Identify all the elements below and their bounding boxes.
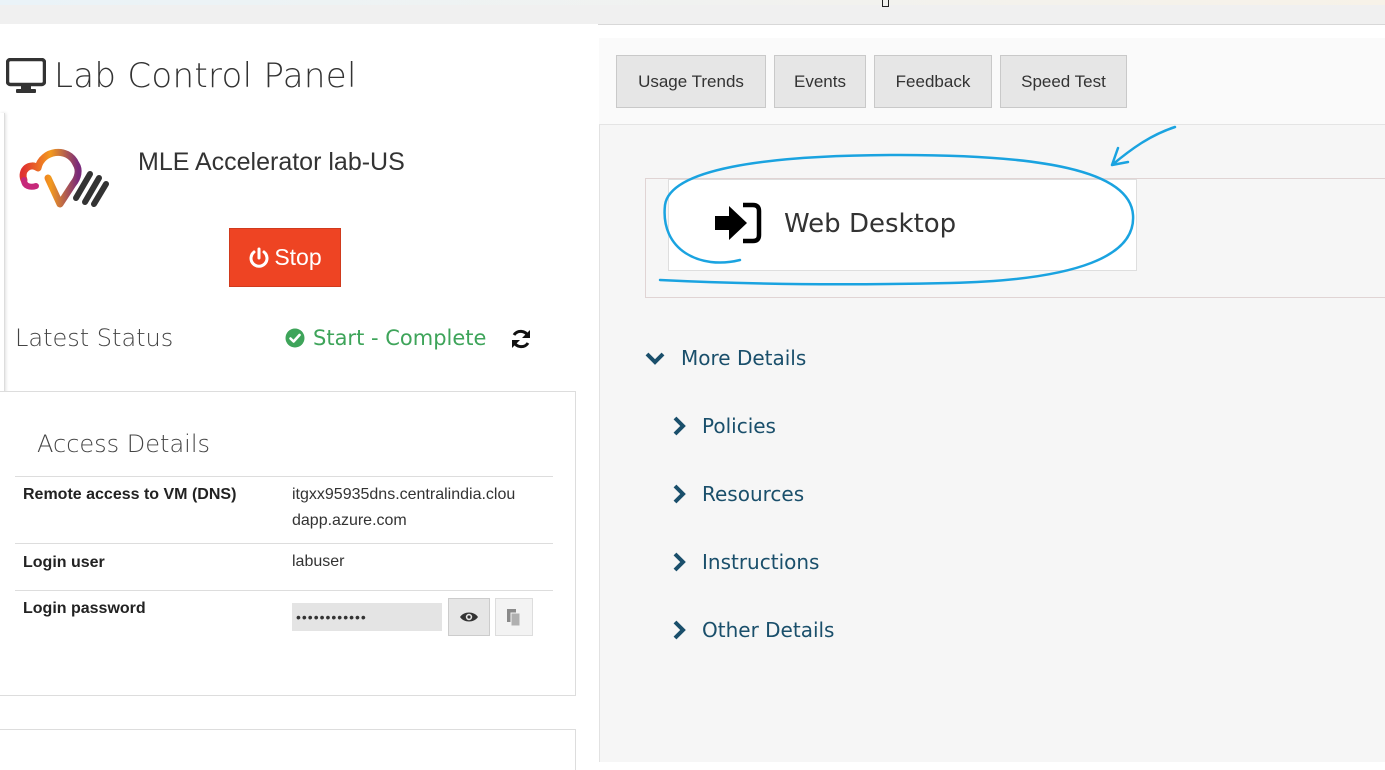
dns-label: Remote access to VM (DNS): [15, 476, 284, 544]
table-row: Login user labuser: [15, 543, 553, 591]
browser-strip: [0, 0, 1385, 5]
access-details-title: Access Details: [37, 430, 210, 458]
stop-button[interactable]: Stop: [229, 228, 341, 287]
chevron-right-icon: [673, 416, 686, 436]
eye-icon: [460, 612, 478, 622]
password-field[interactable]: ••••••••••••: [292, 603, 442, 631]
policies-toggle[interactable]: Policies: [672, 414, 776, 438]
lab-logo: [18, 140, 110, 215]
resources-toggle[interactable]: Resources: [672, 482, 804, 506]
chevron-down-icon: [645, 352, 665, 365]
other-details-label: Other Details: [702, 618, 835, 642]
instructions-toggle[interactable]: Instructions: [672, 550, 819, 574]
panel-header: Lab Control Panel: [6, 56, 357, 96]
access-details-table: Remote access to VM (DNS) itgxx95935dns.…: [15, 476, 553, 645]
tab-speed-test[interactable]: Speed Test: [1000, 55, 1127, 108]
text-cursor-icon: [882, 0, 889, 7]
more-details-toggle[interactable]: More Details: [645, 346, 806, 370]
monitor-icon: [6, 58, 46, 93]
web-desktop-label: Web Desktop: [784, 209, 957, 239]
table-row: Login password ••••••••••••: [15, 590, 553, 645]
show-password-button[interactable]: [448, 598, 490, 636]
tab-events[interactable]: Events: [774, 55, 866, 108]
login-user-label: Login user: [15, 543, 284, 591]
check-circle-icon: [285, 328, 305, 348]
chevron-right-icon: [673, 552, 686, 572]
login-user-value[interactable]: labuser: [284, 543, 553, 591]
browser-top-bar: [0, 0, 1385, 25]
right-panel: [599, 38, 1385, 762]
dns-value-line1: itgxx95935dns.centralindia.clou: [292, 486, 516, 503]
table-row: Remote access to VM (DNS) itgxx95935dns.…: [15, 476, 553, 544]
page-title: Lab Control Panel: [54, 56, 357, 96]
more-details-label: More Details: [681, 346, 807, 370]
secondary-card: [0, 729, 576, 770]
sign-in-icon: [713, 202, 763, 249]
policies-label: Policies: [702, 414, 776, 438]
copy-password-button[interactable]: [495, 598, 533, 636]
status-label: Latest Status: [15, 324, 174, 352]
lab-name: MLE Accelerator lab-US: [138, 148, 405, 176]
tab-feedback[interactable]: Feedback: [874, 55, 992, 108]
chevron-right-icon: [673, 484, 686, 504]
instructions-label: Instructions: [702, 550, 820, 574]
tab-usage-trends[interactable]: Usage Trends: [616, 55, 766, 108]
stop-label: Stop: [274, 244, 322, 270]
other-details-toggle[interactable]: Other Details: [672, 618, 834, 642]
chevron-right-icon: [673, 620, 686, 640]
dns-value-line2: dapp.azure.com: [292, 512, 407, 529]
password-cell: ••••••••••••: [284, 590, 553, 645]
status-text: Start - Complete: [313, 326, 487, 350]
copy-icon: [507, 609, 521, 627]
refresh-icon[interactable]: [509, 327, 533, 356]
power-icon: [249, 247, 269, 268]
status-value: Start - Complete: [285, 326, 486, 350]
dns-value[interactable]: itgxx95935dns.centralindia.clou dapp.azur…: [284, 476, 553, 544]
resources-label: Resources: [702, 482, 805, 506]
login-password-label: Login password: [15, 590, 284, 645]
